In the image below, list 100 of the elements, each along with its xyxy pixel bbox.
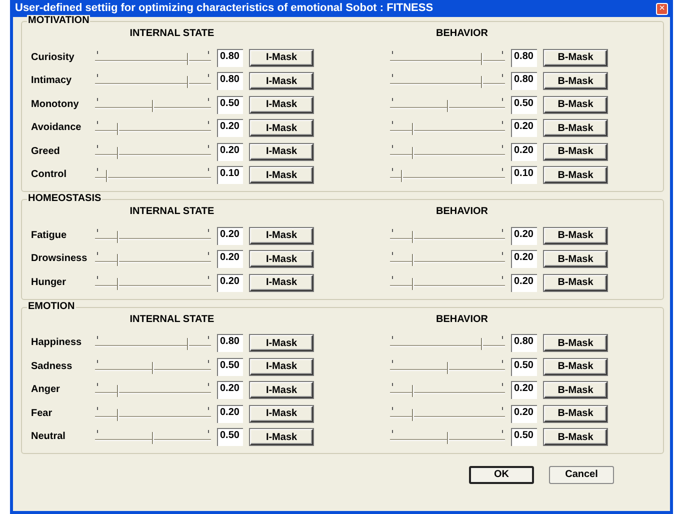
slider[interactable] (388, 276, 507, 290)
slider-thumb[interactable] (117, 408, 120, 421)
value-field[interactable]: 0.20 (511, 381, 537, 400)
value-field[interactable]: 0.20 (217, 381, 243, 400)
value-field[interactable]: 0.80 (511, 72, 537, 90)
slider[interactable] (93, 74, 213, 88)
mask-button[interactable]: B-Mask (544, 228, 607, 244)
slider-thumb[interactable] (106, 170, 108, 182)
slider[interactable] (93, 228, 213, 243)
value-field[interactable]: 0.20 (217, 226, 243, 245)
mask-button[interactable]: B-Mask (544, 358, 607, 375)
mask-button[interactable]: B-Mask (544, 335, 607, 352)
mask-button[interactable]: I-Mask (250, 406, 313, 422)
slider[interactable] (388, 121, 507, 136)
value-field[interactable]: 0.50 (217, 96, 243, 114)
mask-button[interactable]: I-Mask (250, 358, 313, 375)
mask-button[interactable]: B-Mask (544, 73, 607, 90)
slider[interactable] (93, 121, 213, 136)
value-field[interactable]: 0.10 (511, 166, 537, 184)
mask-button[interactable]: B-Mask (544, 382, 607, 398)
value-field[interactable]: 0.20 (511, 142, 537, 161)
dialog-button[interactable]: Cancel (549, 466, 614, 484)
value-field[interactable]: 0.20 (511, 274, 537, 292)
mask-button[interactable]: I-Mask (250, 167, 313, 184)
value-field[interactable]: 0.20 (511, 119, 537, 138)
slider[interactable] (388, 406, 507, 421)
value-field[interactable]: 0.80 (217, 334, 243, 352)
mask-button[interactable]: I-Mask (250, 144, 313, 160)
value-field[interactable]: 0.20 (511, 250, 537, 268)
slider[interactable] (93, 360, 213, 374)
slider[interactable] (93, 406, 213, 421)
slider[interactable] (93, 144, 213, 159)
slider-thumb[interactable] (117, 278, 120, 290)
value-field[interactable]: 0.80 (511, 334, 537, 352)
mask-button[interactable]: B-Mask (544, 429, 607, 446)
slider[interactable] (388, 228, 507, 243)
mask-button[interactable]: B-Mask (544, 120, 607, 136)
value-field[interactable]: 0.10 (217, 166, 243, 184)
value-field[interactable]: 0.20 (511, 226, 537, 245)
slider-thumb[interactable] (186, 52, 189, 65)
slider[interactable] (388, 252, 507, 266)
slider[interactable] (388, 168, 507, 182)
slider-thumb[interactable] (117, 146, 120, 159)
slider[interactable] (93, 168, 213, 182)
slider[interactable] (93, 252, 213, 266)
value-field[interactable]: 0.80 (217, 72, 243, 90)
value-field[interactable]: 0.50 (511, 358, 537, 376)
value-field[interactable]: 0.80 (217, 48, 243, 67)
slider[interactable] (388, 360, 507, 374)
value-field[interactable]: 0.50 (217, 358, 243, 376)
slider[interactable] (388, 98, 507, 112)
dialog-button[interactable]: OK (469, 466, 534, 484)
mask-button[interactable]: I-Mask (250, 50, 313, 66)
slider-thumb[interactable] (117, 254, 120, 266)
mask-button[interactable]: B-Mask (544, 406, 607, 422)
mask-button[interactable]: B-Mask (544, 144, 607, 160)
mask-button[interactable]: B-Mask (544, 50, 607, 66)
row-label: Control (31, 169, 68, 182)
mask-button[interactable]: I-Mask (250, 228, 313, 244)
slider-thumb[interactable] (117, 230, 120, 243)
slider[interactable] (388, 144, 507, 159)
value-field[interactable]: 0.50 (217, 428, 243, 446)
mask-button[interactable]: I-Mask (250, 73, 313, 90)
value-field[interactable]: 0.20 (217, 404, 243, 423)
mask-button[interactable]: I-Mask (250, 96, 313, 113)
slider-thumb[interactable] (117, 385, 120, 398)
slider[interactable] (93, 98, 213, 112)
slider-thumb[interactable] (117, 123, 120, 136)
value-field[interactable]: 0.20 (217, 274, 243, 292)
value-field[interactable]: 0.20 (511, 404, 537, 423)
mask-button[interactable]: B-Mask (544, 96, 607, 113)
slider[interactable] (388, 50, 507, 65)
slider-thumb[interactable] (186, 76, 189, 88)
slider[interactable] (388, 336, 507, 350)
mask-button[interactable]: I-Mask (250, 382, 313, 398)
value-field[interactable]: 0.50 (511, 96, 537, 114)
mask-button[interactable]: I-Mask (250, 251, 313, 268)
slider-thumb[interactable] (186, 338, 189, 350)
row-label: Hunger (31, 276, 67, 289)
slider[interactable] (93, 50, 213, 65)
mask-button[interactable]: B-Mask (544, 251, 607, 268)
mask-button[interactable]: I-Mask (250, 274, 313, 291)
mask-button[interactable]: I-Mask (250, 120, 313, 136)
value-field[interactable]: 0.20 (217, 250, 243, 268)
slider[interactable] (93, 276, 213, 290)
slider[interactable] (93, 383, 213, 398)
slider[interactable] (388, 430, 507, 444)
value-field[interactable]: 0.20 (217, 119, 243, 138)
close-button[interactable]: × (656, 2, 668, 14)
slider[interactable] (93, 430, 213, 444)
mask-button[interactable]: I-Mask (250, 429, 313, 446)
slider[interactable] (388, 74, 507, 88)
value-field[interactable]: 0.50 (511, 428, 537, 446)
slider[interactable] (388, 383, 507, 398)
mask-button[interactable]: B-Mask (544, 167, 607, 184)
mask-button[interactable]: I-Mask (250, 335, 313, 352)
mask-button[interactable]: B-Mask (544, 274, 607, 291)
value-field[interactable]: 0.20 (217, 142, 243, 161)
slider[interactable] (93, 336, 213, 350)
value-field[interactable]: 0.80 (511, 48, 537, 67)
